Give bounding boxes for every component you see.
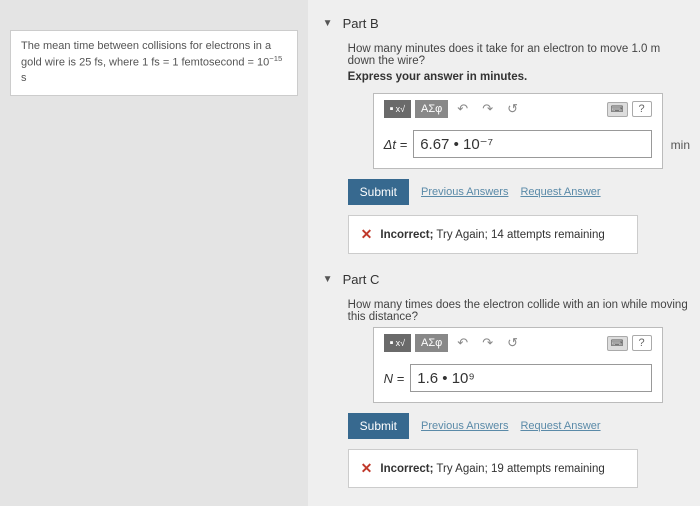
redo-icon[interactable]: ↷ xyxy=(477,335,498,351)
part-c-toolbar: ▪ x√ ΑΣφ ↶ ↷ ↺ ⌨ ? xyxy=(374,328,662,358)
part-c-variable: N = xyxy=(384,371,405,386)
part-b-submit-row: Submit Previous Answers Request Answer xyxy=(348,179,690,205)
part-b-variable: Δt = xyxy=(384,137,408,152)
part-b-feedback-text: Incorrect; Try Again; 14 attempts remain… xyxy=(380,229,604,241)
part-c-feedback: ✕ Incorrect; Try Again; 19 attempts rema… xyxy=(348,449,638,488)
part-c-submit-button[interactable]: Submit xyxy=(348,413,409,439)
part-c-request-answer-link[interactable]: Request Answer xyxy=(520,420,600,432)
templates-button[interactable]: ΑΣφ xyxy=(415,334,448,352)
part-c-answer-box: ▪ x√ ΑΣφ ↶ ↷ ↺ ⌨ ? N = xyxy=(373,327,663,403)
part-b-header[interactable]: ▼ Part B xyxy=(323,16,690,31)
incorrect-icon: ✕ xyxy=(361,226,373,243)
part-b-title: Part B xyxy=(343,16,379,31)
part-c-header[interactable]: ▼ Part C xyxy=(323,272,690,287)
info-sup: −15 xyxy=(269,54,282,63)
templates-button[interactable]: ΑΣφ xyxy=(415,100,448,118)
part-b-previous-answers-link[interactable]: Previous Answers xyxy=(421,186,508,198)
part-b-answer-box: ▪ x√ ΑΣφ ↶ ↷ ↺ ⌨ ? Δt = xyxy=(373,93,663,169)
help-button[interactable]: ? xyxy=(632,101,652,117)
undo-icon[interactable]: ↶ xyxy=(452,101,473,117)
part-b-input[interactable] xyxy=(413,130,651,158)
left-panel: The mean time between collisions for ele… xyxy=(0,0,308,506)
caret-down-icon: ▼ xyxy=(323,274,333,285)
format-button[interactable]: ▪ x√ xyxy=(384,100,411,118)
right-panel: ▼ Part B How many minutes does it take f… xyxy=(308,0,700,506)
problem-info: The mean time between collisions for ele… xyxy=(10,30,298,96)
incorrect-icon: ✕ xyxy=(361,460,373,477)
part-b-request-answer-link[interactable]: Request Answer xyxy=(520,186,600,198)
keyboard-icon[interactable]: ⌨ xyxy=(607,102,628,117)
part-c-input[interactable] xyxy=(410,364,651,392)
part-b-unit: min xyxy=(671,138,690,152)
part-c-submit-row: Submit Previous Answers Request Answer xyxy=(348,413,690,439)
part-b-question: How many minutes does it take for an ele… xyxy=(348,43,690,67)
keyboard-icon[interactable]: ⌨ xyxy=(607,336,628,351)
part-c-feedback-text: Incorrect; Try Again; 19 attempts remain… xyxy=(380,463,604,475)
part-c-question: How many times does the electron collide… xyxy=(348,299,690,323)
part-b-instruction: Express your answer in minutes. xyxy=(348,71,690,83)
info-unit: s xyxy=(21,72,27,84)
info-base: 10 xyxy=(257,57,269,69)
help-button[interactable]: ? xyxy=(632,335,652,351)
part-b-submit-button[interactable]: Submit xyxy=(348,179,409,205)
part-c-title: Part C xyxy=(343,272,380,287)
part-b-feedback: ✕ Incorrect; Try Again; 14 attempts rema… xyxy=(348,215,638,254)
part-c-previous-answers-link[interactable]: Previous Answers xyxy=(421,420,508,432)
undo-icon[interactable]: ↶ xyxy=(452,335,473,351)
part-b-toolbar: ▪ x√ ΑΣφ ↶ ↷ ↺ ⌨ ? xyxy=(374,94,662,124)
caret-down-icon: ▼ xyxy=(323,18,333,29)
reset-icon[interactable]: ↺ xyxy=(502,335,523,351)
info-value: 25 fs xyxy=(79,57,103,69)
format-button[interactable]: ▪ x√ xyxy=(384,334,411,352)
redo-icon[interactable]: ↷ xyxy=(477,101,498,117)
info-mid: , where 1 fs = 1 femtosecond = xyxy=(103,57,257,69)
reset-icon[interactable]: ↺ xyxy=(502,101,523,117)
